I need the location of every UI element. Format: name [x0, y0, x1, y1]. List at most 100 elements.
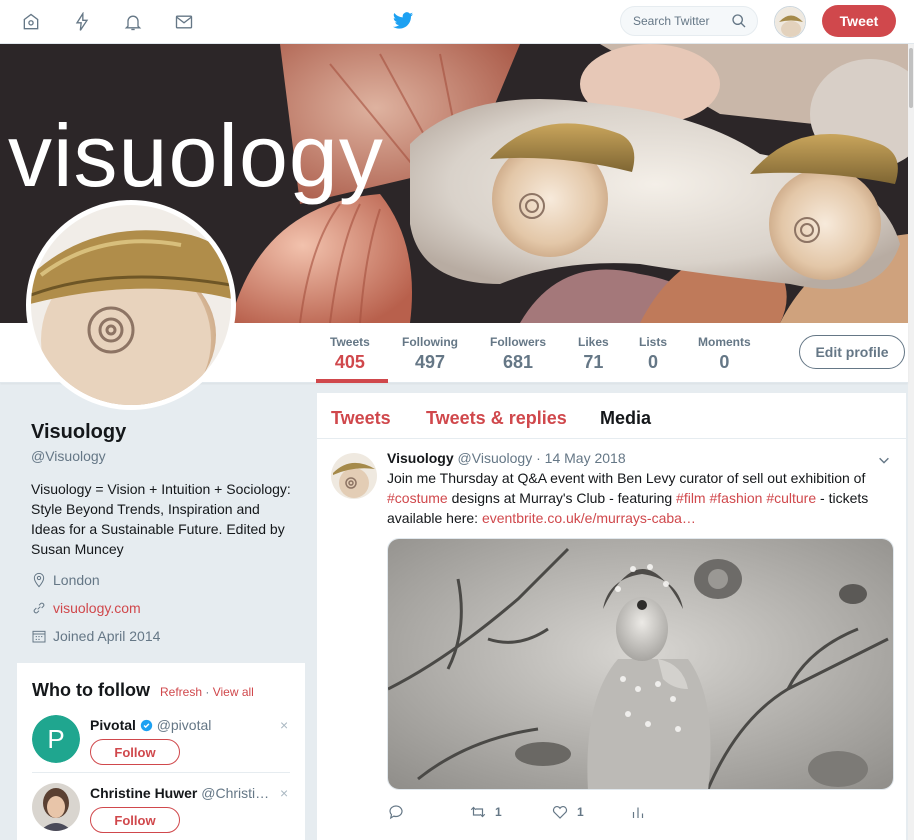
- joined-text: Joined April 2014: [53, 628, 161, 644]
- tweet-date[interactable]: 14 May 2018: [545, 450, 626, 466]
- stat-label: Following: [402, 335, 458, 349]
- retweet-action[interactable]: 1: [469, 803, 502, 821]
- hashtag-link[interactable]: #fashion: [709, 490, 762, 506]
- profile-handle[interactable]: @Visuology: [31, 448, 106, 464]
- view-all-link[interactable]: View all: [213, 685, 254, 699]
- stat-label: Moments: [698, 335, 751, 349]
- who-to-follow-panel: Who to follow Refresh · View all P Pivot…: [17, 663, 305, 840]
- stat-value: 497: [414, 352, 446, 372]
- tweet-author-name[interactable]: Visuology: [387, 450, 454, 466]
- dismiss-icon[interactable]: ×: [280, 785, 288, 801]
- dismiss-icon[interactable]: ×: [280, 717, 288, 733]
- suggestion-avatar[interactable]: P: [32, 715, 80, 763]
- profile-bio: Visuology = Vision + Intuition + Sociolo…: [31, 481, 291, 557]
- lightning-icon[interactable]: [70, 10, 94, 34]
- stat-likes[interactable]: Likes 71: [578, 335, 609, 373]
- profile-location: London: [31, 572, 100, 588]
- retweet-icon[interactable]: [469, 803, 487, 821]
- stat-tweets[interactable]: Tweets 405: [330, 335, 370, 373]
- tweet-button[interactable]: Tweet: [822, 5, 896, 37]
- chevron-down-icon[interactable]: [877, 453, 891, 467]
- search-icon[interactable]: [731, 13, 747, 29]
- timeline: Tweets Tweets & replies Media Visuology …: [317, 393, 906, 840]
- stat-moments[interactable]: Moments 0: [698, 335, 751, 373]
- stat-label: Followers: [490, 335, 547, 349]
- active-stat-underline: [316, 379, 388, 383]
- hashtag-link[interactable]: #film: [676, 490, 706, 506]
- stat-label: Likes: [578, 335, 609, 349]
- suggestion-name[interactable]: Pivotal @pivotal: [90, 717, 211, 733]
- calendar-icon: [32, 630, 46, 643]
- profile-name[interactable]: Visuology: [31, 421, 126, 444]
- stat-value: 71: [583, 352, 604, 372]
- website-link[interactable]: visuology.com: [53, 600, 141, 616]
- stat-label: Tweets: [330, 335, 370, 349]
- heart-icon[interactable]: [551, 803, 569, 821]
- stat-label: Lists: [639, 335, 668, 349]
- tweet-avatar[interactable]: [331, 453, 377, 499]
- stat-following[interactable]: Following 497: [402, 335, 458, 373]
- tweet-header: Visuology @Visuology · 14 May 2018: [387, 450, 626, 466]
- tab-tweets[interactable]: Tweets: [331, 408, 391, 429]
- reply-action[interactable]: [387, 803, 413, 821]
- search-box[interactable]: [620, 6, 758, 36]
- profile-website[interactable]: visuology.com: [31, 600, 141, 616]
- banner-title: visuology: [8, 106, 384, 205]
- like-count: 1: [577, 805, 584, 819]
- verified-badge-icon: [140, 719, 152, 732]
- tweet-url-link[interactable]: eventbrite.co.uk/e/murrays-caba…: [482, 510, 696, 526]
- hashtag-link[interactable]: #costume: [387, 490, 448, 506]
- like-action[interactable]: 1: [551, 803, 584, 821]
- stat-value: 405: [334, 352, 365, 372]
- suggestion-handle: @Christi…: [201, 785, 270, 801]
- profile-avatar[interactable]: [26, 200, 236, 410]
- refresh-link[interactable]: Refresh: [160, 685, 202, 699]
- stat-followers[interactable]: Followers 681: [490, 335, 546, 373]
- tab-media[interactable]: Media: [600, 408, 651, 429]
- tweet-text-part: designs at Murray's Club - featuring: [447, 490, 677, 506]
- analytics-action[interactable]: [629, 803, 655, 821]
- edit-profile-button[interactable]: Edit profile: [799, 335, 905, 369]
- reply-icon[interactable]: [387, 803, 405, 821]
- follow-button[interactable]: Follow: [90, 807, 180, 833]
- home-icon[interactable]: [19, 10, 43, 34]
- scrollbar-thumb[interactable]: [909, 48, 913, 108]
- hashtag-link[interactable]: #culture: [766, 490, 816, 506]
- envelope-icon[interactable]: [172, 10, 196, 34]
- twitter-bird-icon[interactable]: [392, 10, 414, 32]
- top-navigation: Tweet: [0, 0, 914, 44]
- bell-icon[interactable]: [121, 10, 145, 34]
- stat-lists[interactable]: Lists 0: [639, 335, 667, 373]
- location-text: London: [53, 572, 100, 588]
- suggestion-avatar[interactable]: [32, 783, 80, 831]
- account-avatar[interactable]: [774, 6, 806, 38]
- separator: ·: [532, 450, 545, 466]
- tweet-author-handle[interactable]: @Visuology: [458, 450, 533, 466]
- tweet-media-image[interactable]: [387, 538, 894, 790]
- tab-tweets-replies[interactable]: Tweets & replies: [426, 408, 567, 429]
- search-input[interactable]: [633, 14, 733, 28]
- location-pin-icon: [33, 572, 45, 588]
- stat-value: 0: [719, 352, 730, 372]
- suggestion-display-name: Christine Huwer: [90, 785, 198, 801]
- suggestion-display-name: Pivotal: [90, 717, 136, 733]
- stat-value: 681: [502, 352, 534, 372]
- profile-joined: Joined April 2014: [31, 628, 160, 644]
- suggestion-handle: @pivotal: [156, 717, 212, 733]
- separator: ·: [202, 685, 213, 699]
- who-to-follow-title: Who to follow: [32, 680, 150, 700]
- analytics-icon[interactable]: [629, 803, 647, 821]
- svg-text:P: P: [47, 724, 64, 754]
- tweet-text-part: Join me Thursday at Q&A event with Ben L…: [387, 470, 866, 486]
- tweet-actions: 1 1: [387, 803, 687, 827]
- suggestion-name[interactable]: Christine Huwer @Christi…: [90, 785, 269, 801]
- follow-button[interactable]: Follow: [90, 739, 180, 765]
- link-icon: [33, 602, 45, 614]
- retweet-count: 1: [495, 805, 502, 819]
- stat-value: 0: [648, 352, 659, 372]
- tweet-text: Join me Thursday at Q&A event with Ben L…: [387, 468, 892, 528]
- follow-suggestion: Christine Huwer @Christi… × Follow: [32, 783, 297, 837]
- scrollbar[interactable]: [908, 44, 914, 840]
- follow-suggestion: P Pivotal @pivotal × Follow: [32, 715, 297, 769]
- timeline-tabs: Tweets Tweets & replies Media: [317, 393, 906, 439]
